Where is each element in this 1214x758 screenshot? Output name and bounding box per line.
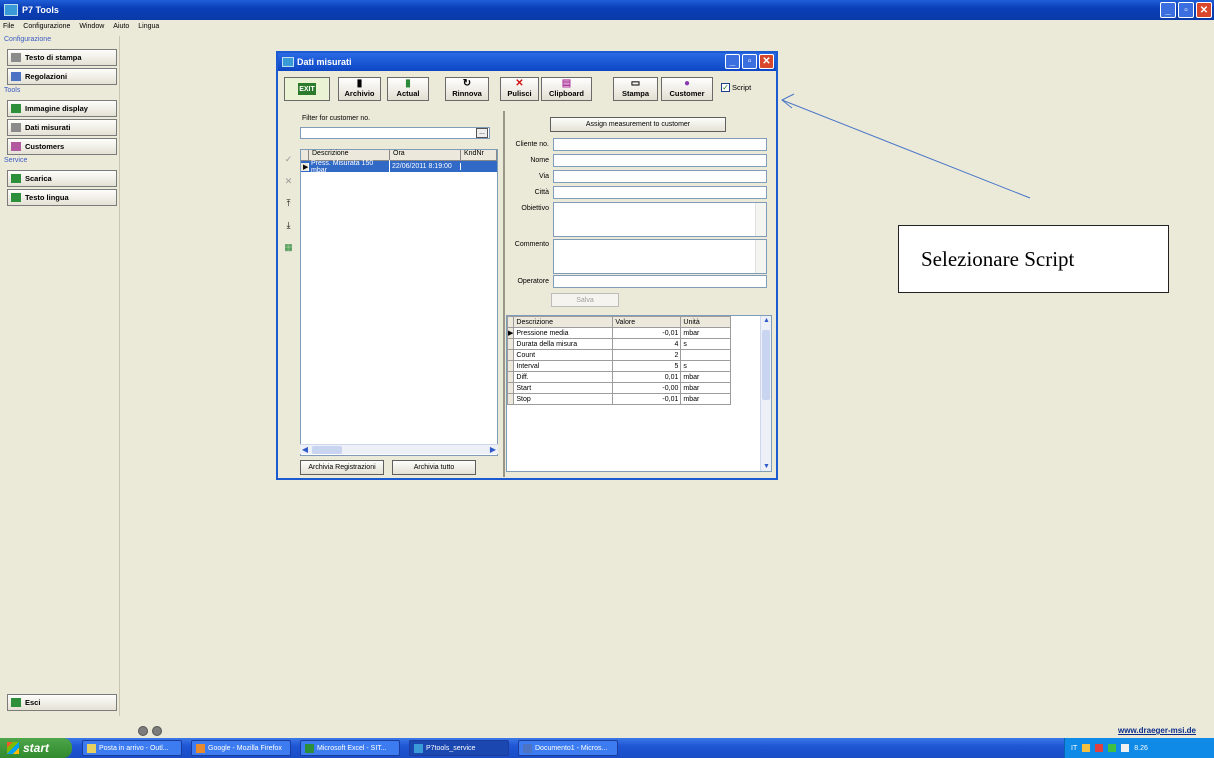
word-icon	[523, 743, 532, 753]
excel-icon	[305, 743, 314, 753]
annotation-arrow	[781, 93, 1031, 199]
task-label: Posta in arrivo - Outl...	[99, 744, 169, 752]
taskbar-item-firefox[interactable]: Google - Mozilla Firefox	[191, 740, 291, 756]
tray-icon[interactable]	[1082, 744, 1091, 752]
clock: 8.26	[1134, 744, 1148, 752]
taskbar: start Posta in arrivo - Outl... Google -…	[0, 738, 1214, 758]
taskbar-item-p7tools[interactable]: P7tools_service	[409, 740, 509, 756]
tray-icon[interactable]	[1108, 744, 1117, 752]
tray-icon[interactable]	[1095, 744, 1104, 752]
task-label: Documento1 - Micros...	[535, 744, 608, 752]
volume-icon[interactable]	[1121, 744, 1130, 752]
language-indicator[interactable]: IT	[1071, 745, 1077, 752]
p7tools-icon	[414, 743, 423, 753]
start-label: start	[23, 741, 50, 755]
taskbar-item-word[interactable]: Documento1 - Micros...	[518, 740, 618, 756]
task-label: Google - Mozilla Firefox	[208, 744, 282, 752]
task-label: Microsoft Excel - SIT...	[317, 744, 387, 752]
firefox-icon	[196, 743, 205, 753]
taskbar-item-excel[interactable]: Microsoft Excel - SIT...	[300, 740, 400, 756]
task-label: P7tools_service	[426, 744, 476, 752]
taskbar-item-outlook[interactable]: Posta in arrivo - Outl...	[82, 740, 182, 756]
outlook-icon	[87, 743, 96, 753]
system-tray: IT 8.26	[1064, 738, 1214, 758]
instruction-callout: Selezionare Script	[898, 225, 1169, 293]
start-button[interactable]: start	[0, 738, 72, 758]
windows-flag-icon	[7, 742, 19, 754]
